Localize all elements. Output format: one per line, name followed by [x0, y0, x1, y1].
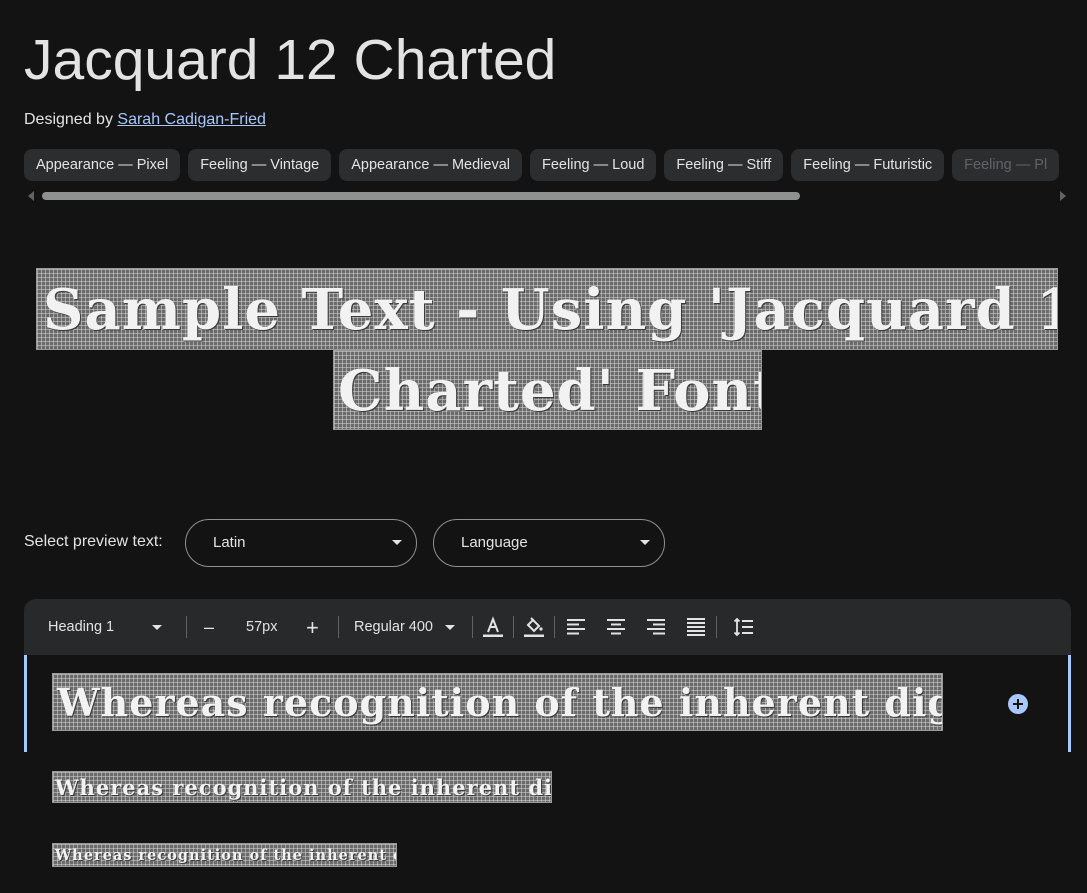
align-center-icon[interactable] — [604, 615, 628, 639]
text-style-select[interactable]: Heading 1 — [48, 619, 114, 635]
chevron-down-icon — [640, 540, 650, 545]
tag-chip[interactable]: Feeling — Loud — [530, 149, 657, 181]
text-color-icon[interactable] — [481, 615, 505, 639]
align-left-icon[interactable] — [564, 615, 588, 639]
increase-size-button[interactable]: + — [306, 615, 319, 641]
hero-sample-line-2: Charted' Font. — [333, 350, 762, 430]
chevron-down-icon — [392, 540, 402, 545]
designer-link[interactable]: Sarah Cadigan-Fried — [117, 111, 266, 128]
language-dropdown-value: Language — [461, 534, 528, 551]
tag-chip[interactable]: Appearance — Medieval — [339, 149, 523, 181]
scroll-right-arrow-icon[interactable] — [1060, 191, 1066, 201]
toolbar-divider — [554, 616, 555, 638]
toolbar-divider — [338, 616, 339, 638]
align-right-icon[interactable] — [644, 615, 668, 639]
preview-toolbar: Heading 1 – 57px + Regular 400 — [24, 599, 1071, 655]
font-weight-select[interactable]: Regular 400 — [354, 619, 433, 635]
preview-text[interactable]: Whereas recognition of the inherent dign… — [52, 673, 943, 731]
hero-sample-line-1: Sample Text - Using 'Jacquard 12 — [36, 268, 1058, 350]
line-height-icon[interactable] — [732, 615, 756, 639]
tag-chip[interactable]: Feeling — Stiff — [664, 149, 784, 181]
decrease-size-button[interactable]: – — [204, 617, 214, 638]
add-circle-icon[interactable] — [1008, 694, 1028, 714]
preview-text-small[interactable]: Whereas recognition of the inherent dign… — [52, 843, 397, 867]
tag-chip[interactable]: Appearance — Pixel — [24, 149, 181, 181]
script-dropdown-value: Latin — [213, 534, 246, 551]
tag-list: Appearance — Pixel Feeling — Vintage Appea… — [24, 149, 1087, 181]
chevron-down-icon — [445, 625, 455, 630]
preview-row-heading-1[interactable]: Whereas recognition of the inherent dign… — [24, 655, 1071, 752]
toolbar-divider — [513, 616, 514, 638]
tag-scrollbar[interactable] — [42, 192, 800, 200]
align-justify-icon[interactable] — [684, 615, 708, 639]
select-preview-label: Select preview text: — [24, 533, 163, 550]
designed-by-label: Designed by — [24, 111, 118, 128]
tag-chip[interactable]: Feeling — Vintage — [188, 149, 332, 181]
toolbar-divider — [186, 616, 187, 638]
font-title: Jacquard 12 Charted — [24, 28, 557, 92]
toolbar-divider — [472, 616, 473, 638]
highlight-fill-icon[interactable] — [522, 615, 546, 639]
script-dropdown[interactable]: Latin — [185, 519, 417, 567]
toolbar-divider — [716, 616, 717, 638]
tag-chip[interactable]: Feeling — Futuristic — [791, 149, 945, 181]
designer-line: Designed by Sarah Cadigan-Fried — [24, 111, 266, 129]
language-dropdown[interactable]: Language — [433, 519, 665, 567]
preview-text-medium[interactable]: Whereas recognition of the inherent dign… — [52, 771, 552, 803]
tag-chip[interactable]: Feeling — Pl — [952, 149, 1060, 181]
chevron-down-icon — [152, 625, 162, 630]
scroll-left-arrow-icon[interactable] — [28, 191, 34, 201]
font-size-value[interactable]: 57px — [246, 619, 277, 635]
